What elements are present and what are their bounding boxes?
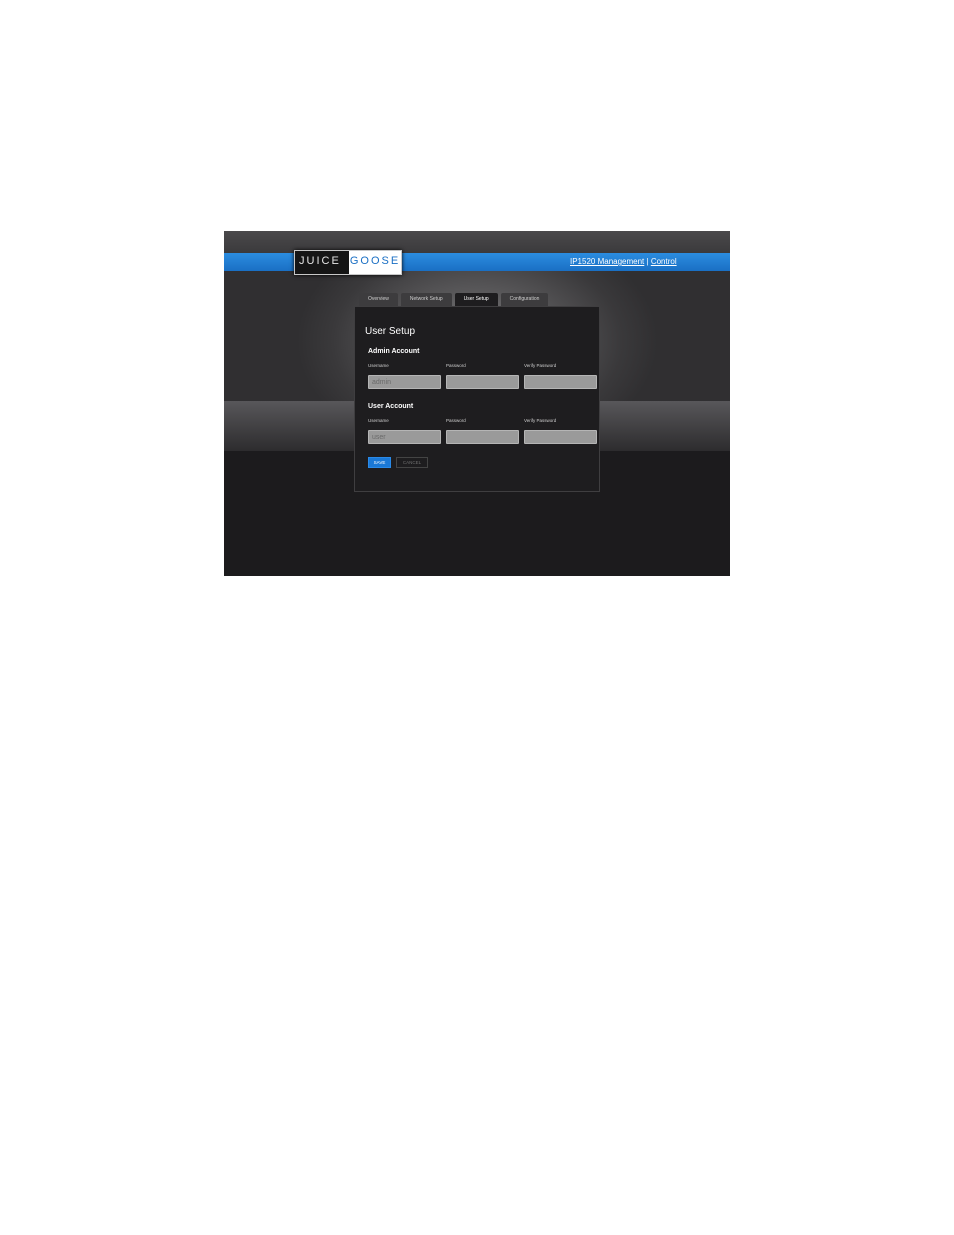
admin-account-heading: Admin Account <box>368 348 420 355</box>
admin-verify-password-field[interactable] <box>524 375 597 389</box>
admin-username-field[interactable]: admin <box>368 375 441 389</box>
panel-title: User Setup <box>365 326 416 337</box>
user-username-label: Username <box>368 418 389 423</box>
tab-overview[interactable]: Overview <box>359 293 398 306</box>
tab-network-setup[interactable]: Network Setup <box>400 293 452 306</box>
admin-password-label: Password <box>446 363 466 368</box>
control-link[interactable]: Control <box>651 257 677 266</box>
user-account-heading: User Account <box>368 403 414 410</box>
tab-configuration[interactable]: Configuration <box>500 293 549 306</box>
user-verify-password-label: Verify Password <box>524 418 557 423</box>
user-username-field[interactable]: user <box>368 430 441 444</box>
user-setup-panel: User Setup Admin Account Username Passwo… <box>354 306 600 492</box>
juicegoose-logo: JUICE GOOSE <box>294 250 402 275</box>
tab-bar: Overview Network Setup User Setup Config… <box>359 293 549 306</box>
user-password-field[interactable] <box>446 430 519 444</box>
admin-verify-password-label: Verify Password <box>524 363 557 368</box>
web-ui-screenshot: JUICE GOOSE IP1520 Management | Control … <box>224 231 730 576</box>
logo-juice-text: JUICE <box>295 251 349 274</box>
logo-goose-text: GOOSE <box>349 251 401 274</box>
management-link[interactable]: IP1520 Management <box>570 257 644 266</box>
save-button[interactable]: SAVE <box>368 457 391 468</box>
tab-user-setup[interactable]: User Setup <box>454 293 498 306</box>
header-links: IP1520 Management | Control <box>570 257 677 266</box>
admin-username-label: Username <box>368 363 389 368</box>
user-password-label: Password <box>446 418 466 423</box>
admin-password-field[interactable] <box>446 375 519 389</box>
cancel-button[interactable]: CANCEL <box>396 457 428 468</box>
user-verify-password-field[interactable] <box>524 430 597 444</box>
